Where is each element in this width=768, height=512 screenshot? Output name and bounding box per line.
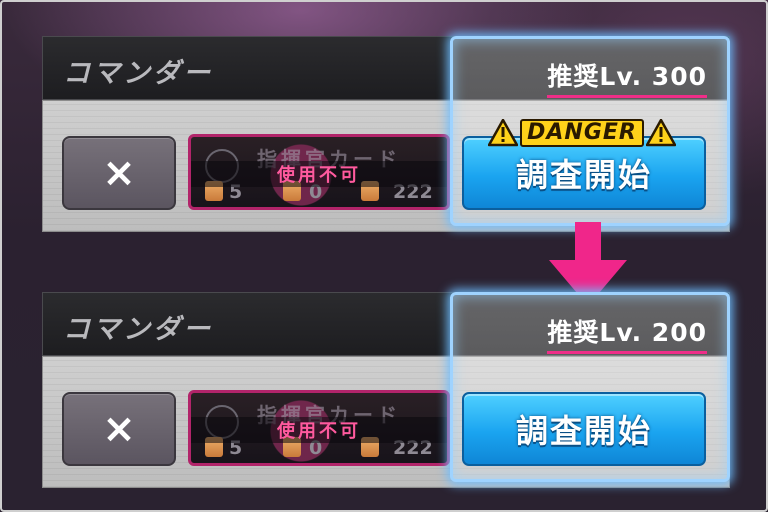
warning-icon [488, 119, 519, 147]
commander-panel-after: コマンダー × 指揮官カード 5 0 222 使用不可 推奨Lv. 200 調査… [42, 292, 730, 488]
commander-card-slot[interactable]: 指揮官カード 5 0 222 使用不可 [188, 390, 450, 466]
panel-title: コマンダー [63, 314, 213, 345]
close-button[interactable]: × [62, 136, 176, 210]
danger-badge: DANGER [488, 116, 676, 150]
close-button[interactable]: × [62, 392, 176, 466]
close-icon: × [102, 406, 136, 452]
commander-card-slot[interactable]: 指揮官カード 5 0 222 使用不可 [188, 134, 450, 210]
panel-title: コマンダー [63, 58, 213, 89]
commander-panel-before: コマンダー × 指揮官カード 5 0 222 使用不可 推奨Lv. 300 調査… [42, 36, 730, 232]
recommended-level: 推奨Lv. 200 [547, 313, 707, 354]
start-button-label: 調査開始 [515, 156, 652, 194]
warning-icon [645, 119, 676, 147]
unavailable-label: 使用不可 [191, 417, 447, 443]
close-icon: × [102, 150, 136, 196]
start-investigation-button[interactable]: 調査開始 [462, 392, 706, 466]
recommended-level: 推奨Lv. 300 [547, 57, 707, 98]
danger-label: DANGER [520, 119, 644, 147]
unavailable-label: 使用不可 [191, 161, 447, 187]
start-button-label: 調査開始 [515, 412, 652, 450]
